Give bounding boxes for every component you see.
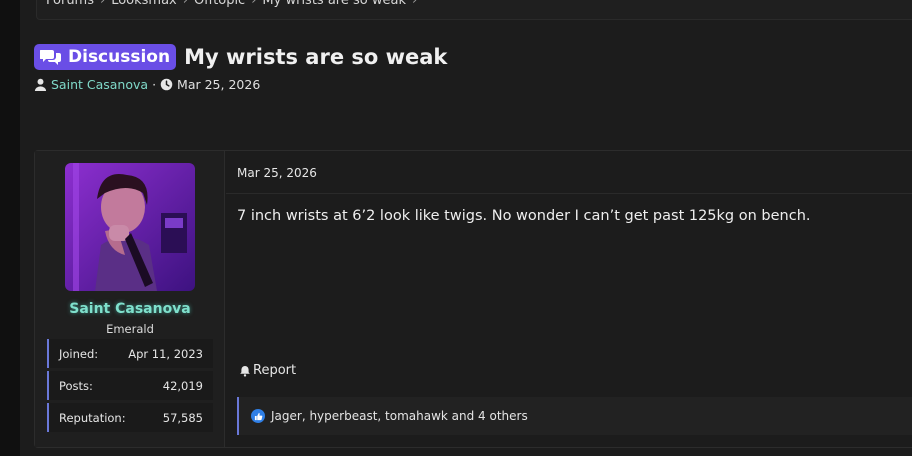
breadcrumb-item-thread[interactable]: My wrists are so weak [262, 0, 406, 8]
report-button[interactable]: Report [239, 363, 296, 378]
report-label: Report [253, 363, 297, 378]
post-username[interactable]: Saint Casanova [35, 301, 225, 317]
discussion-prefix-text: Discussion [68, 47, 171, 67]
stat-value: Apr 11, 2023 [128, 346, 203, 361]
user-stat-reputation: Reputation: 57,585 [47, 403, 213, 432]
discussion-prefix-label[interactable]: Discussion [34, 44, 177, 70]
thread-title-row: Discussion My wrists are so weak [34, 44, 447, 70]
bell-icon [240, 365, 250, 377]
page-gutter [0, 0, 20, 456]
post-user-panel: Saint Casanova Emerald Joined: Apr 11, 2… [35, 151, 225, 447]
breadcrumb-separator: › [251, 0, 257, 8]
stat-label: Joined: [59, 346, 99, 361]
like-icon [251, 409, 265, 423]
user-stat-joined: Joined: Apr 11, 2023 [47, 339, 213, 368]
meta-separator: · [152, 77, 157, 92]
breadcrumb-separator: › [100, 0, 106, 8]
stat-label: Posts: [59, 378, 93, 393]
stat-label: Reputation: [59, 410, 126, 425]
breadcrumb: Forums › Looksmax › Offtopic › My wrists… [46, 0, 417, 8]
avatar[interactable] [65, 163, 195, 291]
user-icon [34, 78, 47, 91]
stat-value[interactable]: 42,019 [163, 379, 203, 393]
thread-author-link[interactable]: Saint Casanova [51, 77, 148, 92]
user-rank-title: Emerald [106, 322, 154, 336]
clock-icon [160, 78, 173, 91]
post-header-divider [226, 193, 912, 194]
post-body: 7 inch wrists at 6’2 look like twigs. No… [237, 208, 811, 224]
stat-value: 57,585 [162, 410, 203, 425]
breadcrumb-separator: › [411, 0, 418, 8]
reactions-text[interactable]: Jager, hyperbeast, tomahawk and 4 others [271, 409, 528, 423]
breadcrumb-separator: › [182, 0, 188, 8]
breadcrumb-item-looksmax[interactable]: Looksmax [111, 0, 177, 8]
post-date[interactable]: Mar 25, 2026 [237, 166, 317, 180]
post: Saint Casanova Emerald Joined: Apr 11, 2… [34, 150, 912, 448]
page-title: My wrists are so weak [184, 45, 448, 69]
breadcrumb-item-forums[interactable]: Forums [46, 0, 94, 8]
thread-date[interactable]: Mar 25, 2026 [177, 77, 260, 92]
comments-icon [40, 50, 61, 65]
breadcrumb-item-offtopic[interactable]: Offtopic [194, 0, 245, 8]
reactions-bar[interactable]: Jager, hyperbeast, tomahawk and 4 others [237, 397, 912, 435]
thread-meta: Saint Casanova · Mar 25, 2026 [34, 77, 260, 92]
user-stat-posts: Posts: 42,019 [47, 371, 213, 400]
